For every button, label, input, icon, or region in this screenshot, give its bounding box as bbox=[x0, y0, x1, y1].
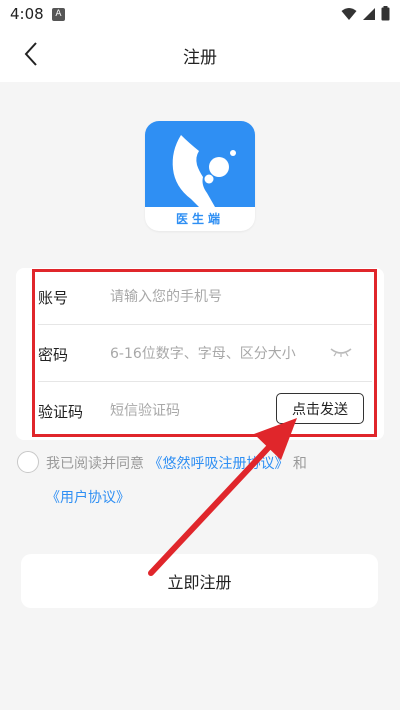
app-logo: 医生端 bbox=[145, 121, 255, 231]
register-button[interactable]: 立即注册 bbox=[21, 554, 378, 608]
send-code-button[interactable]: 点击发送 bbox=[276, 393, 364, 424]
signal-icon bbox=[363, 7, 375, 20]
agreement-text: 我已阅读并同意 《悠然呼吸注册协议》 和 bbox=[46, 453, 307, 473]
user-agreement-link[interactable]: 《用户协议》 bbox=[46, 490, 130, 506]
agreement-text-line2: 《用户协议》 bbox=[46, 487, 130, 507]
face-profile-icon bbox=[172, 135, 236, 207]
register-form: 账号 密码 验证码 点击发送 bbox=[16, 268, 384, 440]
agreement-connector: 和 bbox=[292, 456, 307, 472]
battery-icon bbox=[381, 6, 390, 21]
verification-label: 验证码 bbox=[38, 403, 84, 421]
logo-label: 医生端 bbox=[175, 212, 224, 226]
verification-row: 验证码 点击发送 bbox=[16, 382, 384, 439]
status-bar: 4:08 A bbox=[0, 0, 400, 28]
eye-closed-icon[interactable] bbox=[330, 347, 352, 357]
password-input[interactable] bbox=[110, 342, 330, 366]
agreement-prefix: 我已阅读并同意 bbox=[46, 456, 144, 472]
notification-icon: A bbox=[52, 8, 65, 21]
sms-code-input[interactable] bbox=[110, 399, 260, 423]
page-title: 注册 bbox=[183, 48, 217, 68]
phone-input[interactable] bbox=[110, 285, 330, 309]
status-icons bbox=[341, 6, 390, 21]
logo-graphic bbox=[145, 121, 255, 207]
wifi-icon bbox=[341, 7, 357, 20]
agreement-checkbox[interactable] bbox=[17, 451, 39, 473]
password-label: 密码 bbox=[38, 346, 69, 364]
account-row: 账号 bbox=[16, 268, 384, 325]
register-agreement-link[interactable]: 《悠然呼吸注册协议》 bbox=[148, 456, 288, 472]
password-row: 密码 bbox=[16, 325, 384, 382]
account-label: 账号 bbox=[38, 289, 69, 307]
app-header: 注册 bbox=[0, 28, 400, 82]
status-time: 4:08 bbox=[10, 5, 44, 23]
